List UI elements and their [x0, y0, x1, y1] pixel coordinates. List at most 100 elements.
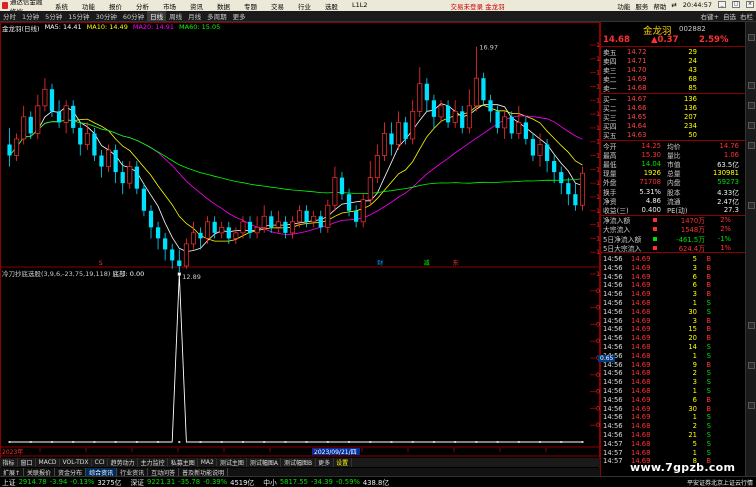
indicator-tab[interactable]: 测试幅图A [247, 458, 282, 467]
indicator-tab[interactable]: CCI [92, 459, 109, 466]
right-menu-item[interactable]: 帮助 [653, 1, 666, 11]
candle-body [473, 77, 479, 107]
scroll-btn[interactable] [748, 122, 755, 129]
menu-item[interactable]: 资讯 [183, 1, 210, 11]
period-tab[interactable]: 周线 [166, 11, 185, 21]
indicator-tab[interactable]: VOL-TDX [60, 459, 92, 466]
minimize-icon[interactable]: _ [718, 0, 726, 8]
menu-item[interactable]: 分析 [129, 1, 156, 11]
buy-row[interactable]: 买一 14.67 136 [601, 94, 746, 104]
close-icon[interactable]: × [746, 0, 754, 8]
index-amount: 3275亿 [97, 479, 122, 487]
buy-row[interactable]: 买二 14.66 136 [601, 103, 746, 113]
index-name[interactable]: 中小 [263, 477, 277, 487]
scroll-btn[interactable] [748, 202, 755, 209]
indicator-tab[interactable]: MA2 [198, 459, 218, 466]
candle-body [332, 177, 338, 206]
right-nav-item[interactable]: 自选 [723, 11, 736, 21]
flow-bar [653, 218, 657, 223]
indicator-tab[interactable]: 设置 [334, 458, 352, 467]
event-marker[interactable]: 财 [377, 259, 383, 267]
scroll-btn[interactable] [748, 362, 755, 369]
index-name[interactable]: 深证 [130, 477, 144, 487]
menu-item[interactable]: 功能 [75, 1, 102, 11]
indicator-tab[interactable]: 主力监控 [138, 458, 169, 467]
menu-item[interactable]: 交易 [264, 1, 291, 11]
period-tab[interactable]: 5分钟 [42, 11, 65, 21]
trade-time: 14:56 [603, 254, 623, 263]
scroll-btn[interactable] [748, 322, 755, 329]
indicator-tab[interactable]: 指标 [0, 458, 19, 467]
period-tab[interactable]: 更多 [230, 11, 249, 21]
indicator-tab[interactable]: MACD [36, 459, 61, 466]
menu-item[interactable]: 专题 [237, 1, 264, 11]
event-marker[interactable]: S [99, 260, 103, 267]
quote-value: 59273 [717, 178, 739, 187]
candle-body [481, 78, 486, 101]
sell-row[interactable]: 卖三 14.70 43 [601, 65, 746, 75]
indicator-dot [114, 441, 117, 443]
sell-row[interactable]: 卖一 14.68 85 [601, 84, 746, 93]
menu-item[interactable]: 行业 [291, 1, 318, 11]
buy-row[interactable]: 买五 14.63 50 [601, 131, 746, 140]
sell-row[interactable]: 卖四 14.71 24 [601, 56, 746, 66]
scroll-btn[interactable] [748, 142, 755, 149]
indicator-tab[interactable]: 测试主图 [217, 458, 248, 467]
candle-body [438, 105, 444, 118]
indicator-tab[interactable]: 更多 [316, 458, 334, 467]
period-tab[interactable]: 15分钟 [65, 11, 92, 21]
quote-value: 14.04 [641, 159, 661, 168]
period-tab[interactable]: 30分钟 [93, 11, 120, 21]
scroll-btn[interactable] [748, 34, 755, 41]
period-tab[interactable]: 月线 [185, 11, 204, 21]
period-tab[interactable]: 1分钟 [19, 11, 42, 21]
menu-item[interactable]: L1L2 [345, 1, 375, 11]
indicator-tabs: 指标 窗口 MACD VOL-TDX CCI 趋势动力 主力监控 私募主图 MA2 测试主图 测试幅… [0, 458, 600, 467]
sell-row[interactable]: 卖五 14.72 29 [601, 47, 746, 57]
candle-body [579, 172, 585, 206]
side-scrollbar[interactable] [745, 22, 756, 478]
event-marker[interactable]: 减 [424, 259, 430, 267]
right-menu-item[interactable]: 服务 [635, 1, 648, 11]
server-status[interactable]: 平安证券北京上证云行情 [687, 478, 756, 487]
indicator-name[interactable]: 冷刀抄底选股(3,9,6,-23,75,19,118) [2, 270, 110, 278]
menu-item[interactable]: 报价 [102, 1, 129, 11]
kline-chart[interactable]: 17.0016.7516.5016.2516.0015.7515.5015.25… [0, 22, 600, 478]
trade-time: 14:56 [603, 395, 623, 404]
right-nav-item[interactable]: 右键+ [701, 11, 719, 21]
ob-volume: 136 [684, 103, 697, 112]
trade-side: S [706, 369, 711, 378]
buy-row[interactable]: 买四 14.64 234 [601, 122, 746, 131]
right-menu-item[interactable]: ⇄ [671, 1, 676, 11]
maximize-icon[interactable]: □ [732, 0, 740, 8]
menu-item[interactable]: 数据 [210, 1, 237, 11]
right-nav-item[interactable]: 右栏 [740, 11, 753, 21]
candle-body [127, 166, 133, 184]
menu-item[interactable]: 系统 [48, 1, 75, 11]
buy-row[interactable]: 买三 14.65 207 [601, 112, 746, 122]
scroll-btn[interactable] [748, 402, 755, 409]
scroll-btn[interactable] [748, 102, 755, 109]
menu-item[interactable]: 选股 [318, 1, 345, 11]
candle-body [226, 227, 231, 239]
indicator-tab[interactable]: 私募主图 [168, 458, 199, 467]
menu-item[interactable]: 市场 [156, 1, 183, 11]
scroll-btn[interactable] [748, 82, 755, 89]
right-menu-item[interactable]: 功能 [617, 1, 630, 11]
period-tab[interactable]: 多周期 [204, 11, 230, 21]
indicator-tab[interactable]: 窗口 [18, 458, 37, 467]
menu-bar: 通达信金融终端 系统功能报价分析市场资讯数据专题交易行业选股L1L2 交易未登录… [0, 0, 756, 16]
period-tab[interactable]: 日线 [147, 11, 167, 21]
indicator-tab[interactable]: 测试幅图B [281, 458, 316, 467]
sell-row[interactable]: 卖二 14.69 68 [601, 75, 746, 84]
period-tab[interactable]: 分时 [0, 11, 19, 21]
candle-body [148, 210, 154, 228]
event-marker[interactable]: 东 [453, 259, 459, 267]
candle-body [424, 83, 429, 101]
period-tab[interactable]: 60分钟 [120, 11, 147, 21]
index-name[interactable]: 上证 [2, 477, 16, 487]
ob-price: 14.65 [627, 112, 647, 121]
candle-body [289, 221, 295, 234]
login-status[interactable]: 交易未登录 金龙羽 [451, 1, 505, 11]
indicator-tab[interactable]: 趋势动力 [108, 458, 139, 467]
